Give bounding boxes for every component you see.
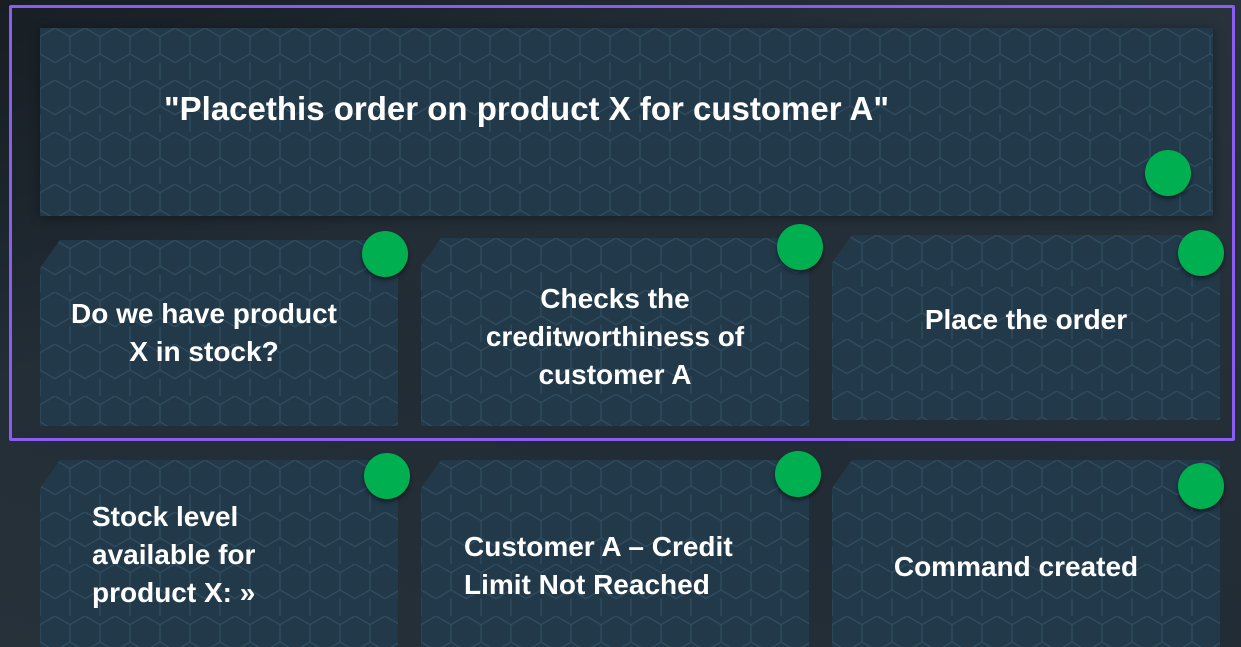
status-dot-credit-status bbox=[775, 451, 821, 497]
status-dot-stock-level bbox=[364, 453, 410, 499]
status-dot-statement bbox=[1145, 150, 1191, 196]
command-created-card: Command created bbox=[832, 460, 1220, 647]
credit-status-card: Customer A – Credit Limit Not Reached bbox=[421, 460, 809, 647]
stock-level-text: Stock level available for product X: » bbox=[92, 501, 256, 608]
status-dot-place-order bbox=[1178, 230, 1224, 276]
selection-frame bbox=[9, 5, 1235, 441]
status-dot-stock-question bbox=[362, 231, 408, 277]
status-dot-command-created bbox=[1178, 463, 1224, 509]
status-dot-credit-check bbox=[777, 224, 823, 270]
command-created-text: Command created bbox=[893, 551, 1139, 582]
credit-status-text: Customer A – Credit Limit Not Reached bbox=[464, 531, 733, 600]
stock-level-card: Stock level available for product X: » bbox=[40, 460, 398, 647]
